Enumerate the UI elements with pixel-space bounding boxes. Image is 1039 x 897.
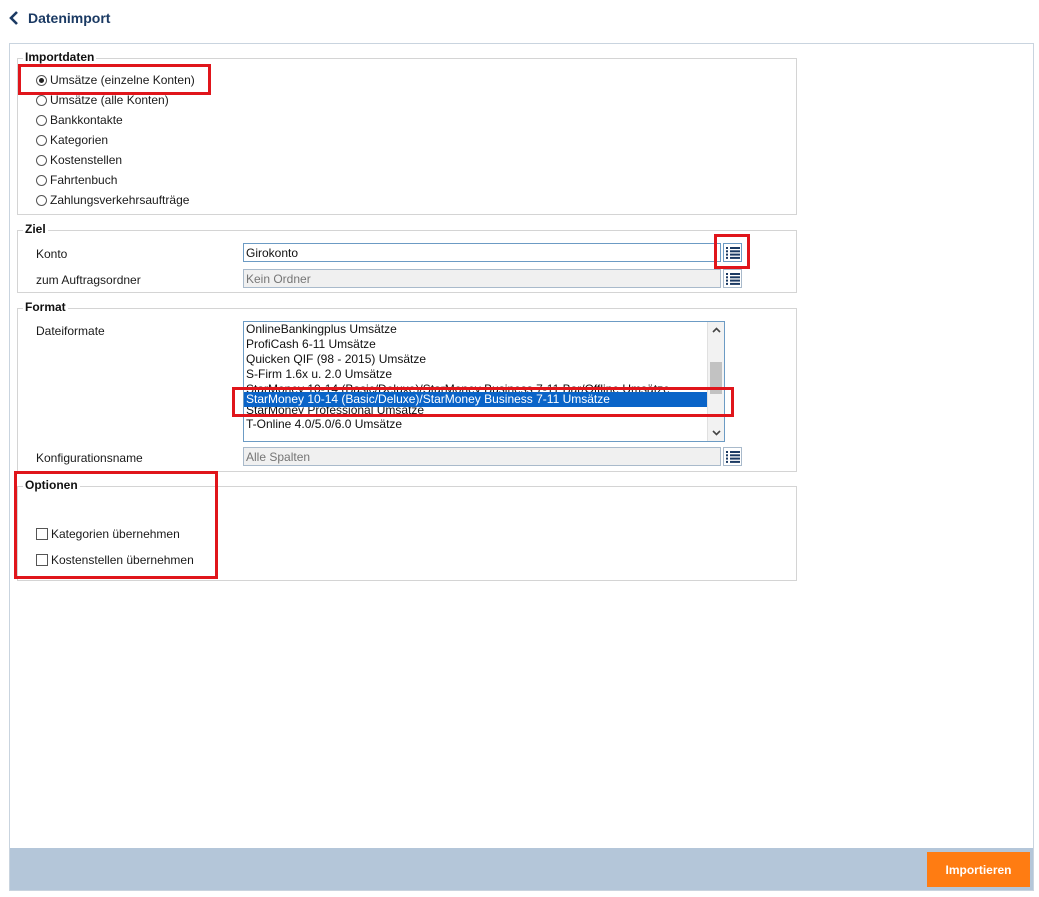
konto-list-button[interactable]: [723, 243, 742, 262]
radio-button[interactable]: [36, 154, 47, 166]
radio-label: Bankkontakte: [50, 113, 123, 127]
konfigurationsname-input[interactable]: [243, 447, 721, 466]
radio-button[interactable]: [36, 134, 47, 146]
list-item-selected[interactable]: StarMoney 10-14 (Basic/Deluxe)/StarMoney…: [244, 392, 707, 407]
radio-label: Kategorien: [50, 133, 109, 147]
datenimport-page: Datenimport Importdaten Umsätze (einzeln…: [0, 0, 1039, 897]
radio-zahlungsverkehrsauftraege[interactable]: Zahlungsverkehrsaufträge: [36, 191, 189, 209]
radio-kostenstellen[interactable]: Kostenstellen: [36, 151, 122, 169]
header: Datenimport: [8, 6, 110, 30]
dateiformate-listbox[interactable]: OnlineBankingplus Umsätze ProfiCash 6-11…: [243, 321, 725, 442]
list-item[interactable]: ProfiCash 6-11 Umsätze: [244, 337, 707, 352]
checkbox-label: Kostenstellen übernehmen: [51, 553, 194, 567]
konfigurationsname-list-button[interactable]: [723, 447, 742, 466]
list-item[interactable]: StarMoney 10-14 (Basic/Deluxe)/StarMoney…: [244, 382, 707, 392]
optionen-group: Optionen Kategorien übernehmen Kostenste…: [17, 478, 797, 581]
ziel-group: Ziel Konto zum Auftragsordner: [17, 222, 797, 293]
list-item[interactable]: OnlineBankingplus Umsätze: [244, 322, 707, 337]
optionen-legend: Optionen: [23, 478, 80, 492]
radio-umsaetze-einzelne[interactable]: Umsätze (einzelne Konten): [36, 71, 195, 89]
format-legend: Format: [23, 300, 68, 314]
radio-label: Umsätze (alle Konten): [50, 93, 169, 107]
list-item[interactable]: S-Firm 1.6x u. 2.0 Umsätze: [244, 367, 707, 382]
footer-bar: Importieren: [10, 848, 1033, 890]
konto-label: Konto: [36, 247, 68, 261]
list-item[interactable]: Quicken QIF (98 - 2015) Umsätze: [244, 352, 707, 367]
auftragsordner-input[interactable]: [243, 269, 721, 288]
listbox-items: OnlineBankingplus Umsätze ProfiCash 6-11…: [244, 322, 707, 432]
dateiformate-label: Dateiformate: [36, 324, 105, 338]
list-item[interactable]: T-Online 4.0/5.0/6.0 Umsätze: [244, 417, 707, 432]
list-icon: [725, 272, 740, 285]
radio-label: Kostenstellen: [50, 153, 123, 167]
format-group: Format Dateiformate OnlineBankingplus Um…: [17, 300, 797, 472]
ziel-legend: Ziel: [23, 222, 48, 236]
list-icon: [725, 450, 740, 463]
list-icon: [725, 246, 740, 259]
radio-label: Fahrtenbuch: [50, 173, 118, 187]
list-item[interactable]: StarMoney Professional Umsätze: [244, 407, 707, 417]
checkbox-label: Kategorien übernehmen: [51, 527, 180, 541]
check-kategorien-uebernehmen[interactable]: Kategorien übernehmen: [36, 525, 180, 543]
radio-kategorien[interactable]: Kategorien: [36, 131, 108, 149]
auftragsordner-label: zum Auftragsordner: [36, 273, 141, 287]
listbox-scrollbar[interactable]: [707, 322, 724, 441]
import-panel: Importdaten Umsätze (einzelne Konten) Um…: [9, 43, 1034, 891]
radio-button[interactable]: [36, 114, 47, 126]
check-kostenstellen-uebernehmen[interactable]: Kostenstellen übernehmen: [36, 551, 194, 569]
importdaten-group: Importdaten Umsätze (einzelne Konten) Um…: [17, 50, 797, 215]
scrollbar-thumb[interactable]: [710, 362, 722, 394]
chevron-up-icon[interactable]: [708, 322, 724, 338]
radio-button[interactable]: [36, 74, 47, 86]
konto-input[interactable]: [243, 243, 721, 262]
radio-button[interactable]: [36, 174, 47, 186]
importieren-button[interactable]: Importieren: [927, 852, 1030, 887]
radio-button[interactable]: [36, 94, 47, 106]
importdaten-legend: Importdaten: [23, 50, 97, 64]
chevron-down-icon[interactable]: [708, 425, 724, 441]
radio-fahrtenbuch[interactable]: Fahrtenbuch: [36, 171, 117, 189]
radio-label: Zahlungsverkehrsaufträge: [50, 193, 190, 207]
auftragsordner-list-button[interactable]: [723, 269, 742, 288]
konfigurationsname-label: Konfigurationsname: [36, 451, 143, 465]
page-title: Datenimport: [28, 10, 111, 26]
radio-button[interactable]: [36, 194, 47, 206]
chevron-left-icon[interactable]: [8, 11, 20, 25]
checkbox[interactable]: [36, 528, 48, 540]
radio-umsaetze-alle[interactable]: Umsätze (alle Konten): [36, 91, 169, 109]
checkbox[interactable]: [36, 554, 48, 566]
radio-bankkontakte[interactable]: Bankkontakte: [36, 111, 123, 129]
radio-label: Umsätze (einzelne Konten): [50, 73, 195, 87]
